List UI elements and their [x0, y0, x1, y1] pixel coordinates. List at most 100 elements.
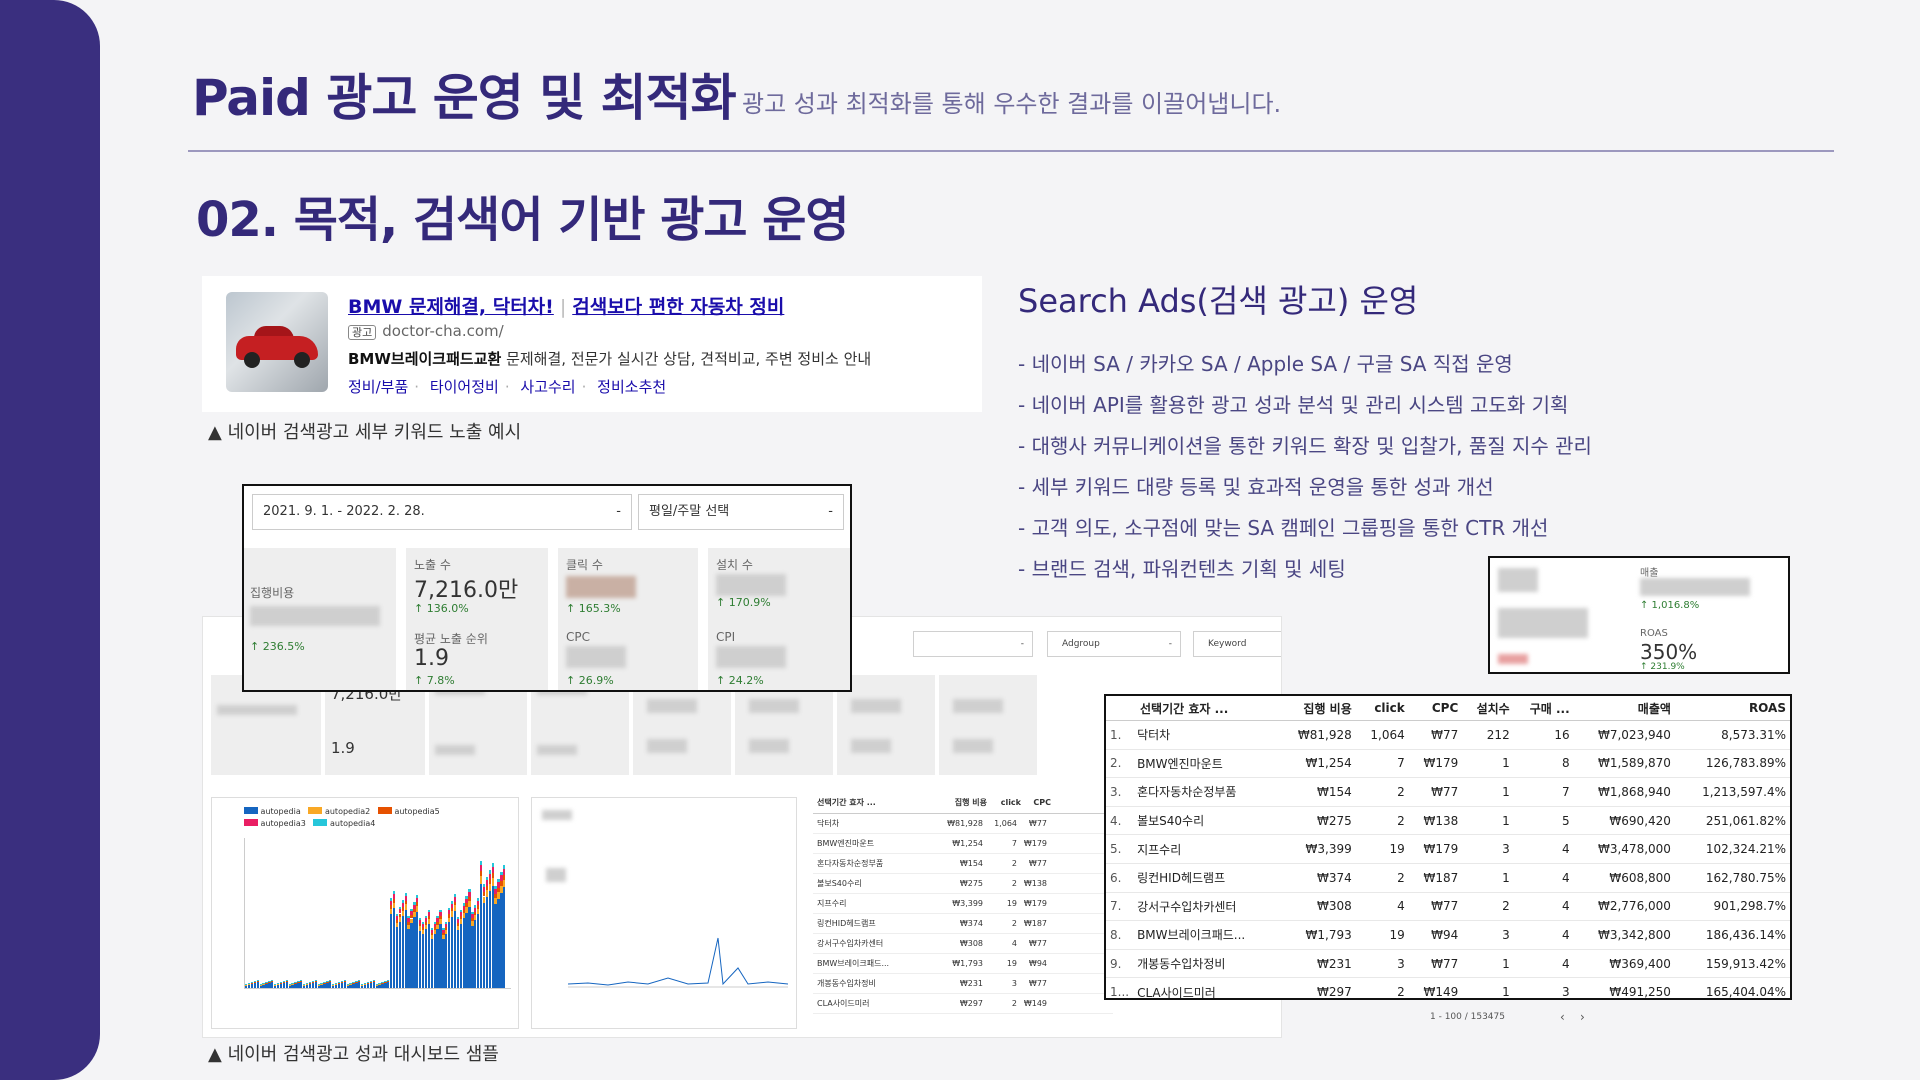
prev-page-icon[interactable]: ‹ [1560, 1010, 1565, 1024]
ad-url[interactable]: doctor-cha.com/ [382, 322, 503, 340]
table-row[interactable]: 1... CLA사이드미러 ₩297 2 ₩149 1 3 ₩491,250 165,404.0… [1106, 977, 1790, 998]
row-install: 3 [1462, 834, 1514, 864]
roas-label: ROAS [1640, 628, 1668, 639]
ad-sitelink[interactable]: 정비소추천 [597, 378, 666, 396]
ad-desc-keyword: BMW브레이크패드교환 [348, 350, 502, 368]
col-click[interactable]: click [1355, 696, 1409, 721]
row-sales: ₩2,776,000 [1573, 892, 1675, 922]
weekday-select[interactable]: 평일/주말 선택 - [638, 494, 844, 530]
ad-title-main[interactable]: BMW 문제해결, 닥터차! [348, 296, 554, 318]
row-click: 19 [1355, 834, 1409, 864]
mini-cell-click: 2 [1011, 879, 1017, 888]
table-row[interactable]: 6. 링컨HID헤드램프 ₩374 2 ₩187 1 4 ₩608,800 162,780.75… [1106, 863, 1790, 893]
table-row[interactable]: 1. 닥터차 ₩81,928 1,064 ₩77 212 16 ₩7,023,940 8,573… [1106, 720, 1790, 750]
col-purchase[interactable]: 구매 ... [1513, 696, 1574, 721]
stacked-bar-segment [453, 894, 457, 897]
mini-table-row: BMW엔진마운트 ₩1,254 7 ₩179 [813, 834, 1113, 854]
mini-cell-cost: ₩308 [959, 939, 983, 948]
row-keyword: BMW엔진마운트 [1133, 749, 1279, 779]
row-cpc: ₩179 [1408, 749, 1463, 779]
ad-sitelink[interactable]: 타이어정비 [430, 378, 499, 396]
row-cost: ₩275 [1278, 806, 1356, 836]
row-keyword: 닥터차 [1133, 720, 1279, 750]
mini-cell-cost: ₩3,399 [952, 899, 983, 908]
stacked-bar-segment [419, 918, 422, 921]
keyword-filter[interactable]: Keyword- [1193, 631, 1281, 657]
mini-cell-cpc: ₩149 [1023, 999, 1047, 1008]
table-row[interactable]: 5. 지프수리 ₩3,399 19 ₩179 3 4 ₩3,478,000 102,324.21… [1106, 834, 1790, 864]
row-cpc: ₩149 [1408, 977, 1463, 998]
row-cost: ₩1,254 [1278, 749, 1356, 779]
row-cpc: ₩77 [1408, 777, 1463, 807]
adgroup-filter[interactable]: Adgroup - [1047, 631, 1181, 657]
row-install: 2 [1462, 892, 1514, 922]
ad-sitelink[interactable]: 정비/부품 [348, 378, 408, 396]
sales-change: ↑ 1,016.8% [1640, 600, 1700, 611]
stacked-bar-segment [439, 919, 442, 925]
line-series [568, 937, 788, 988]
stacked-bar-segment [503, 874, 506, 880]
row-sales: ₩491,250 [1573, 977, 1675, 998]
row-keyword: CLA사이드미러 [1133, 977, 1279, 998]
row-click: 3 [1355, 949, 1409, 979]
row-sales: ₩3,478,000 [1573, 834, 1675, 864]
table-row[interactable]: 8. BMW브레이크패드... ₩1,793 19 ₩94 3 4 ₩3,342,800 186… [1106, 920, 1790, 950]
row-roas: 102,324.21% [1674, 834, 1790, 864]
row-roas: 251,061.82% [1674, 806, 1790, 836]
row-roas: 186,436.14% [1674, 920, 1790, 950]
col-keyword[interactable]: 선택기간 효자 ... [1106, 696, 1279, 721]
car-thumbnail [226, 292, 328, 392]
stacked-bar-segment [479, 871, 483, 877]
ad-description: BMW브레이크패드교환 문제해결, 전문가 실시간 상담, 견적비교, 주변 정… [348, 348, 871, 369]
sidebar-band [0, 0, 100, 1080]
row-click: 1,064 [1355, 720, 1409, 750]
stacked-bar-segment [491, 866, 494, 873]
row-number: 9. [1106, 949, 1134, 979]
row-roas: 1,213,597.4% [1674, 777, 1790, 807]
col-install[interactable]: 설치수 [1462, 696, 1514, 721]
row-roas: 126,783.89% [1674, 749, 1790, 779]
ad-headline[interactable]: BMW 문제해결, 닥터차! | 검색보다 편한 자동차 정비 [348, 292, 784, 319]
stacked-bar-segment [416, 897, 419, 903]
ad-sitelink[interactable]: 사고수리 [520, 378, 575, 396]
header-divider [188, 150, 1834, 152]
mini-cell-click: 3 [1011, 979, 1017, 988]
col-roas[interactable]: ROAS [1674, 696, 1790, 721]
row-sales: ₩7,023,940 [1573, 720, 1675, 750]
col-cpc[interactable]: CPC [1408, 696, 1463, 721]
row-keyword: BMW브레이크패드... [1133, 920, 1279, 950]
mini-table-row: 닥터차 ₩81,928 1,064 ₩77 [813, 814, 1113, 834]
table-row[interactable]: 3. 혼다자동차순정부품 ₩154 2 ₩77 1 7 ₩1,868,940 1,213,597… [1106, 777, 1790, 807]
mini-cell-click: 2 [1011, 999, 1017, 1008]
row-number: 1. [1106, 720, 1134, 750]
mini-cell-cpc: ₩77 [1028, 859, 1047, 868]
table-row[interactable]: 2. BMW엔진마운트 ₩1,254 7 ₩179 1 8 ₩1,589,870 126,783… [1106, 749, 1790, 779]
mini-cell-click: 7 [1011, 839, 1017, 848]
col-sales[interactable]: 매출액 [1573, 696, 1675, 721]
row-install: 1 [1462, 949, 1514, 979]
stacked-bar-segment [416, 902, 419, 907]
mini-cell-cpc: ₩138 [1023, 879, 1047, 888]
row-purchase: 16 [1513, 720, 1574, 750]
row-purchase: 7 [1513, 777, 1574, 807]
table-row[interactable]: 7. 강서구수입차카센터 ₩308 4 ₩77 2 4 ₩2,776,000 901,298.7… [1106, 892, 1790, 922]
mini-table-row: BMW브레이크패드... ₩1,793 19 ₩94 [813, 954, 1113, 974]
table-row[interactable]: 4. 볼보S40수리 ₩275 2 ₩138 1 5 ₩690,420 251,061.82% [1106, 806, 1790, 836]
row-cpc: ₩187 [1408, 863, 1463, 893]
stacked-bar-segment [491, 873, 494, 878]
filter-dropdown[interactable]: - [913, 631, 1033, 657]
row-cpc: ₩77 [1408, 892, 1463, 922]
search-ad-preview: BMW 문제해결, 닥터차! | 검색보다 편한 자동차 정비 광고 doctor-c… [202, 276, 982, 412]
stacked-bar-segment [479, 876, 483, 884]
ad-title-sub[interactable]: 검색보다 편한 자동차 정비 [572, 296, 784, 318]
row-roas: 162,780.75% [1674, 863, 1790, 893]
row-number: 5. [1106, 834, 1134, 864]
table-row[interactable]: 9. 개봉동수입차정비 ₩231 3 ₩77 1 4 ₩369,400 159,913.42% [1106, 949, 1790, 979]
col-cost[interactable]: 집행 비용 [1278, 696, 1356, 721]
row-cost: ₩3,399 [1278, 834, 1356, 864]
stacked-bar-segment [491, 878, 494, 886]
row-sales: ₩1,589,870 [1573, 749, 1675, 779]
mini-cell-cost: ₩154 [959, 859, 983, 868]
date-range-select[interactable]: 2021. 9. 1. - 2022. 2. 28. - [252, 494, 632, 530]
next-page-icon[interactable]: › [1580, 1010, 1585, 1024]
